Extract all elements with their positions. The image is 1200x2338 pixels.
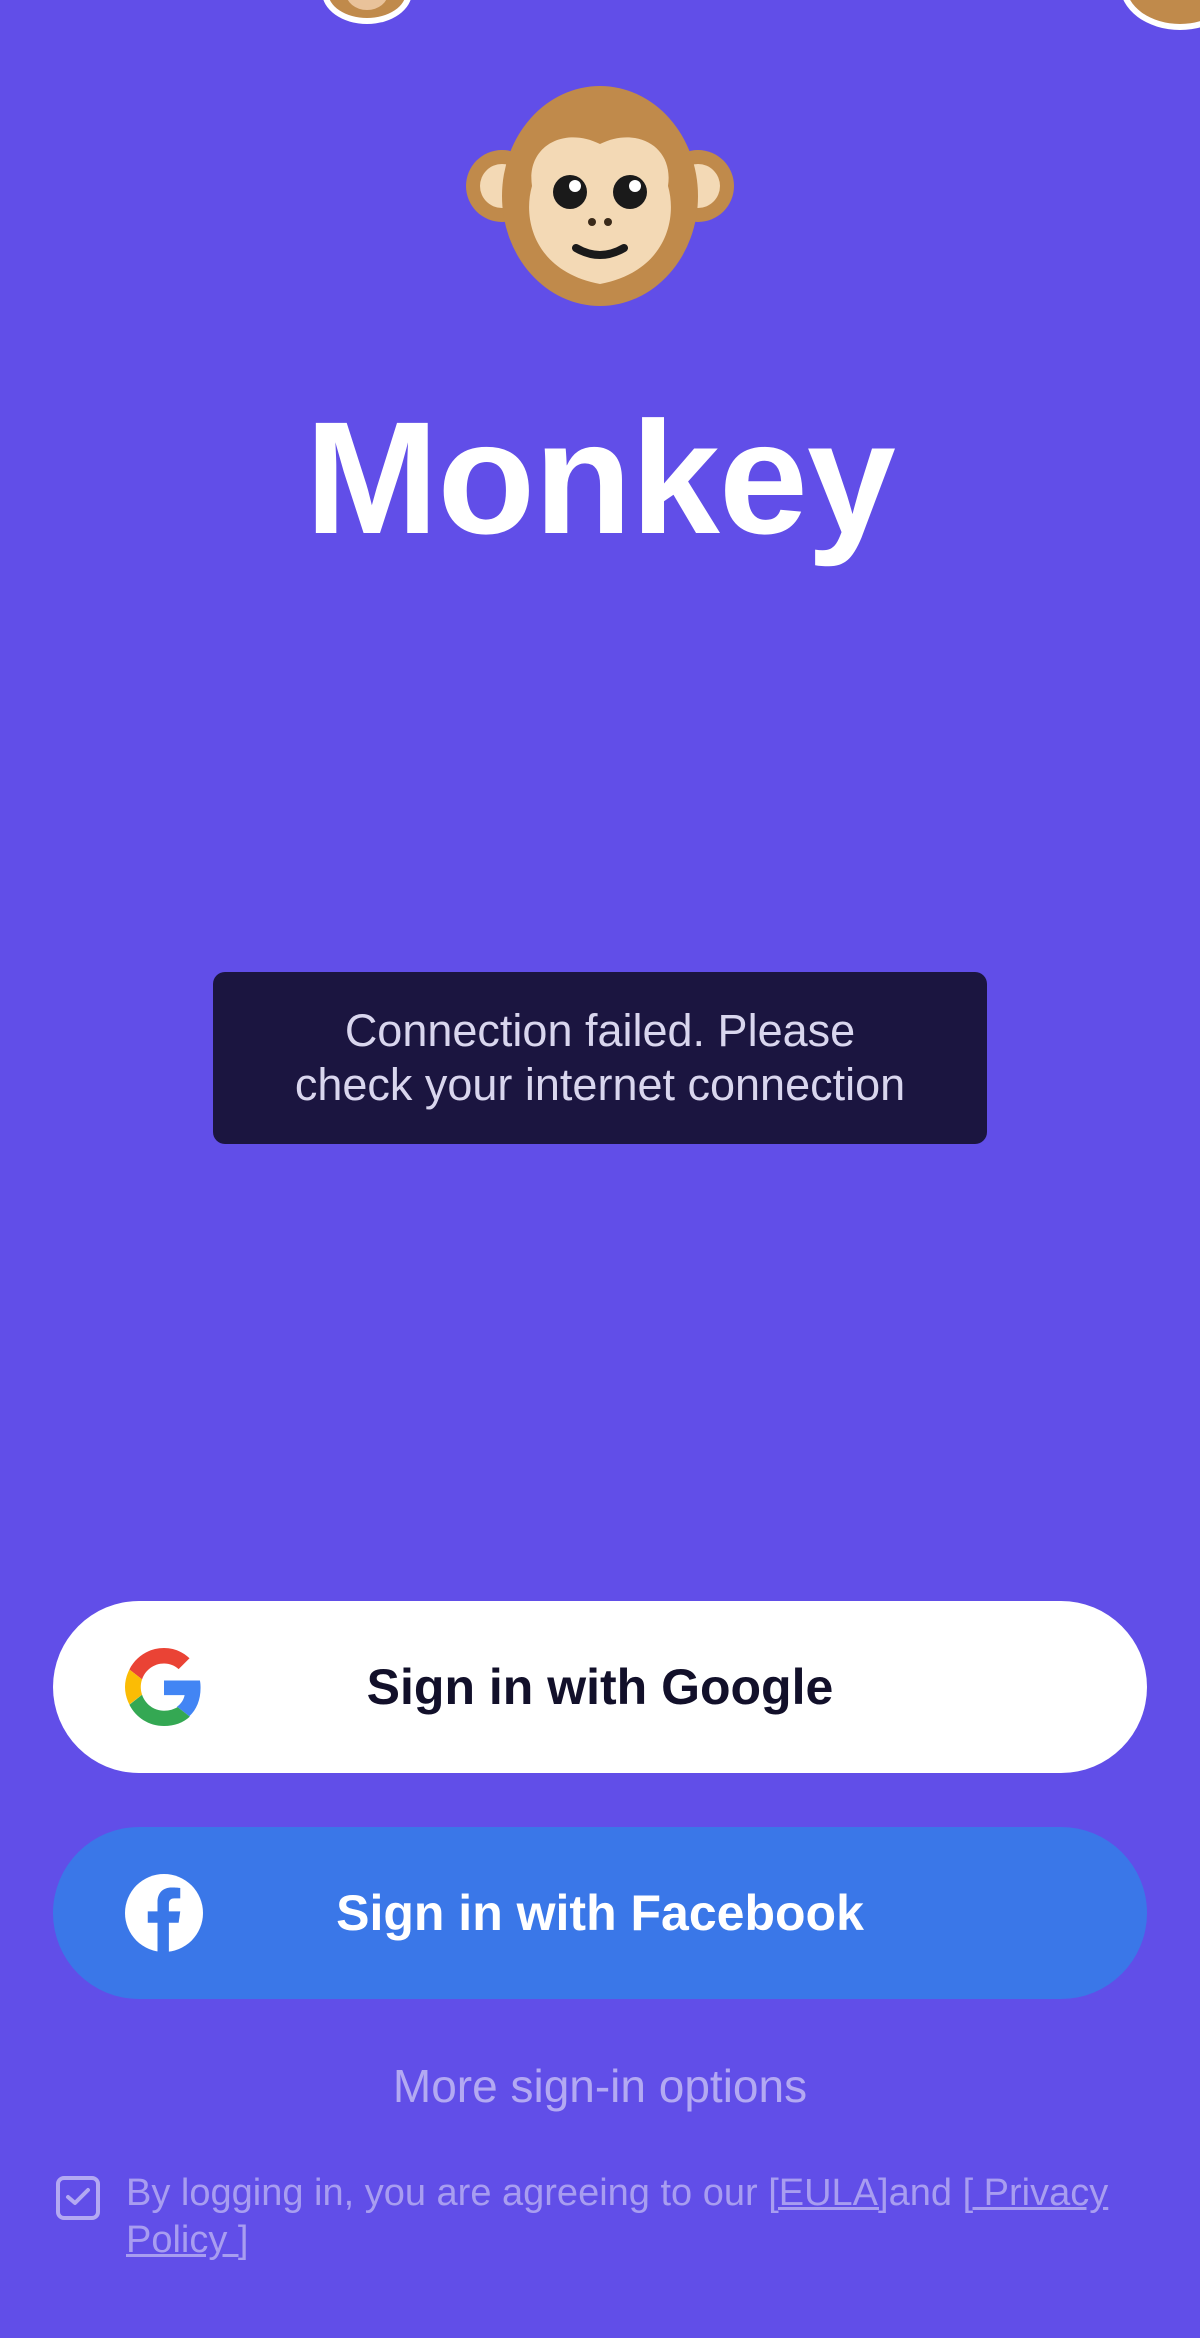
sign-in-facebook-label: Sign in with Facebook — [336, 1885, 864, 1941]
decorative-monkey-peek-right — [1120, 0, 1200, 30]
sign-in-google-label: Sign in with Google — [366, 1659, 834, 1715]
monkey-face-icon — [466, 86, 734, 306]
eula-link[interactable]: [EULA] — [768, 2172, 888, 2214]
more-sign-in-options-link[interactable]: More sign-in options — [0, 2058, 1200, 2114]
toast-message-line-1: Connection failed. Please — [344, 1005, 856, 1056]
facebook-logo-icon — [125, 1874, 203, 1952]
consent-prefix: By logging in, you are agreeing to our — [126, 2172, 769, 2214]
consent-checkbox[interactable] — [56, 2176, 100, 2220]
sign-in-facebook-button[interactable]: Sign in with Facebook — [53, 1827, 1147, 1999]
sign-in-google-button[interactable]: Sign in with Google — [53, 1601, 1147, 1773]
consent-middle: and — [888, 2172, 963, 2214]
google-logo-icon — [125, 1648, 201, 1726]
checkmark-icon — [66, 2188, 90, 2205]
connection-error-toast: Connection failed. Please check your int… — [213, 972, 987, 1144]
decorative-monkey-peek-left — [322, 0, 412, 24]
toast-message-line-2: check your internet connection — [294, 1059, 906, 1110]
app-title: Monkey — [305, 388, 896, 567]
consent-text: By logging in, you are agreeing to our [… — [126, 2170, 1200, 2264]
